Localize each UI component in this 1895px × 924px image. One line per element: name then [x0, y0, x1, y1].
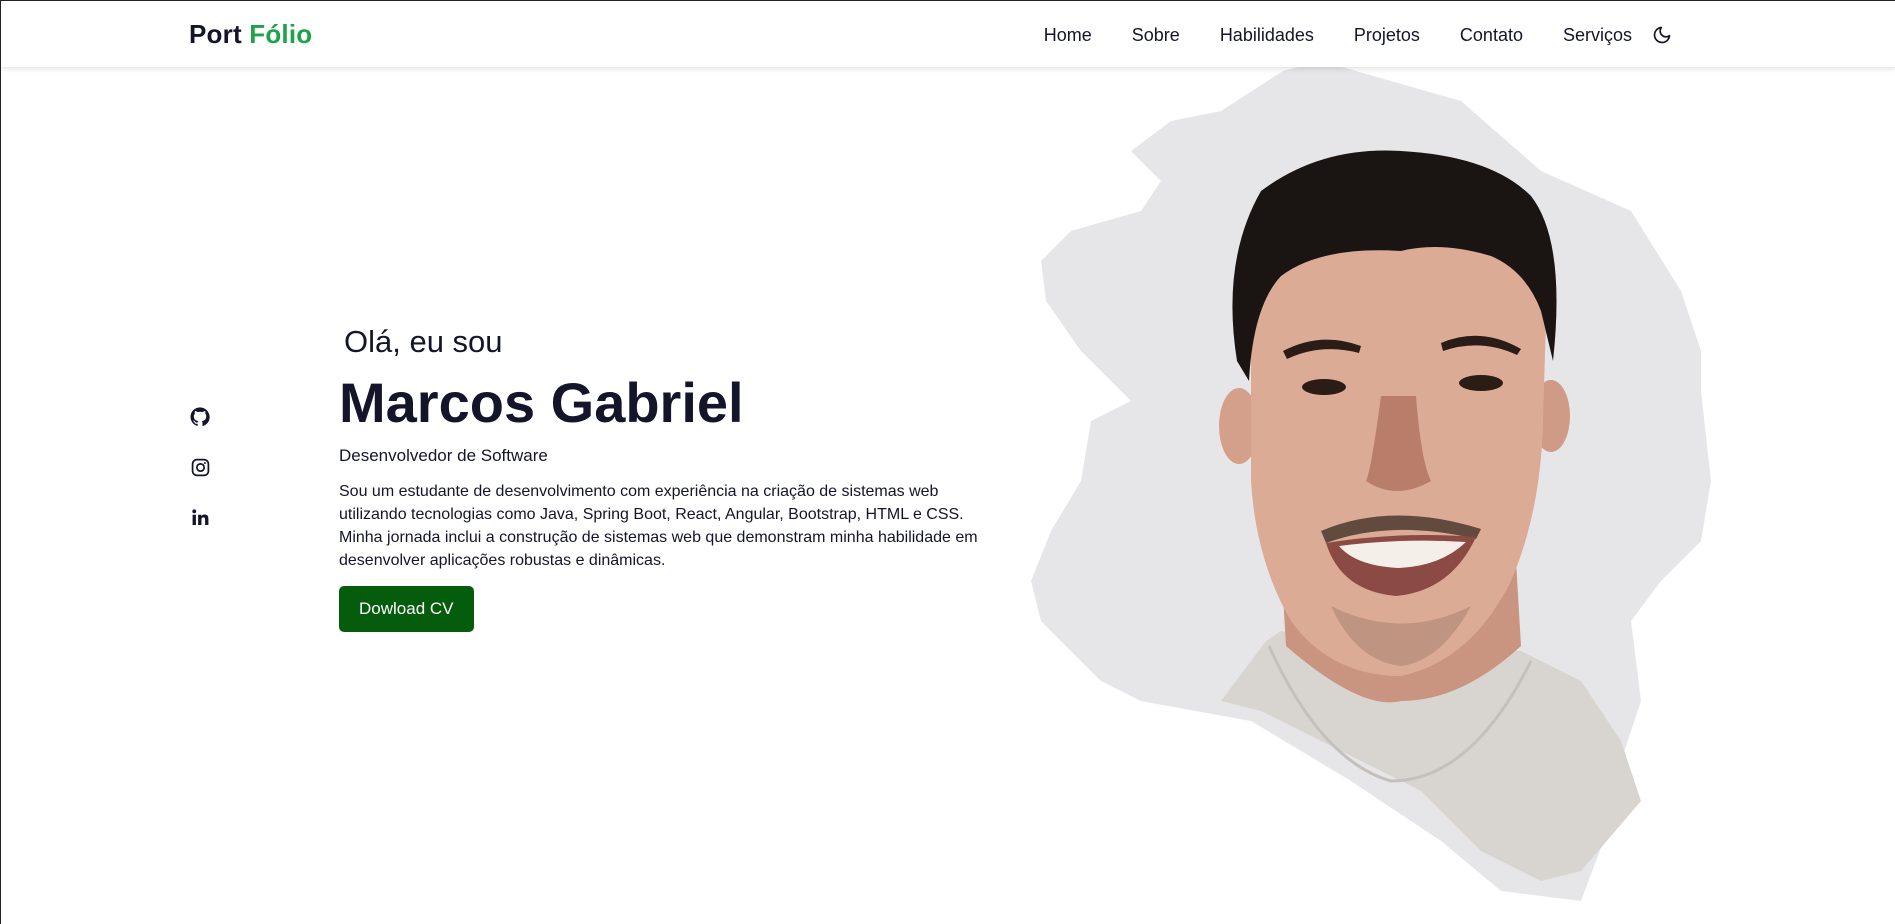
hero-role: Desenvolvedor de Software	[339, 446, 548, 465]
linkedin-icon[interactable]	[189, 506, 211, 528]
nav-sobre[interactable]: Sobre	[1132, 25, 1180, 46]
profile-photo	[1021, 61, 1761, 911]
nav-servicos[interactable]: Serviços	[1563, 25, 1632, 46]
top-navbar: Port Fólio Home Sobre Habilidades Projet…	[1, 1, 1895, 67]
page: Port Fólio Home Sobre Habilidades Projet…	[0, 0, 1895, 924]
social-links	[189, 406, 211, 528]
nav-home[interactable]: Home	[1044, 25, 1092, 46]
logo[interactable]: Port Fólio	[189, 19, 312, 50]
hero-intro: Olá, eu sou Marcos Gabriel Desenvolvedor…	[339, 323, 1019, 632]
download-cv-button[interactable]: Dowload CV	[339, 586, 474, 632]
instagram-icon[interactable]	[189, 456, 211, 478]
hero-description: Sou um estudante de desenvolvimento com …	[339, 483, 978, 569]
logo-text-folio: Fólio	[249, 19, 313, 49]
hero-name: Marcos Gabriel	[339, 371, 744, 434]
github-icon[interactable]	[189, 406, 211, 428]
nav-contato[interactable]: Contato	[1460, 25, 1523, 46]
nav-habilidades[interactable]: Habilidades	[1220, 25, 1314, 46]
main-nav: Home Sobre Habilidades Projetos Contato …	[1044, 23, 1674, 47]
nav-projetos[interactable]: Projetos	[1354, 25, 1420, 46]
hero-greeting: Olá, eu sou	[344, 324, 503, 359]
logo-text-port: Port	[189, 19, 242, 49]
moon-icon[interactable]	[1650, 23, 1674, 47]
